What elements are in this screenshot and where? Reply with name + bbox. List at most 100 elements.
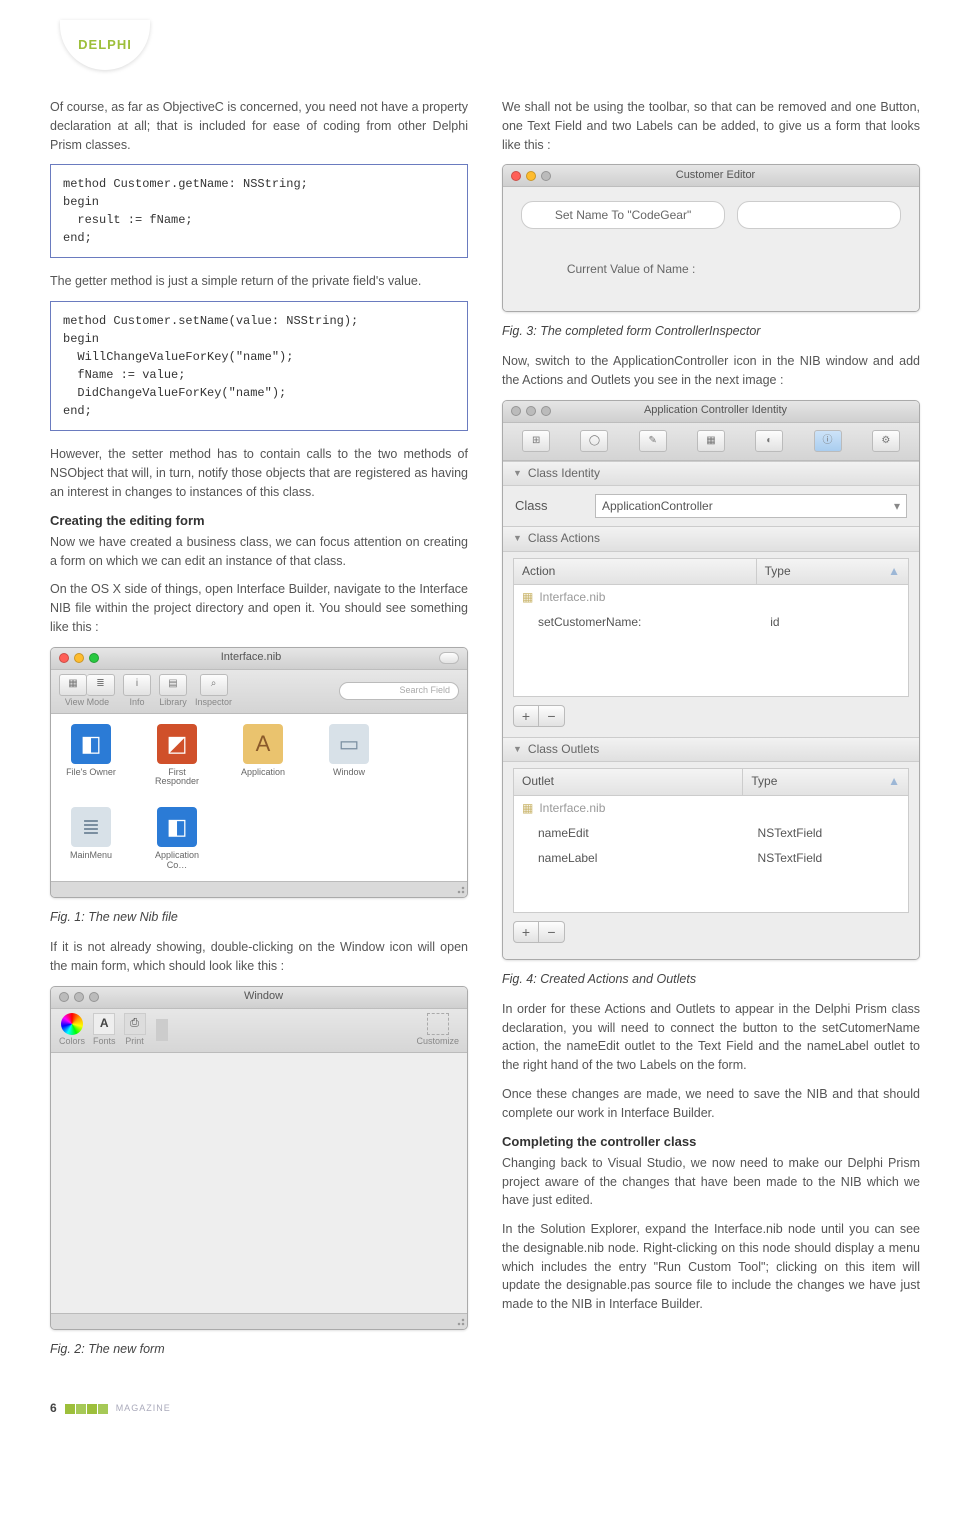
customize-icon[interactable]	[427, 1013, 449, 1035]
empty-form-body	[51, 1053, 467, 1313]
nib-mainmenu[interactable]: ≣MainMenu	[61, 807, 121, 871]
class-actions-disclosure[interactable]: Class Actions	[503, 526, 919, 551]
minimize-icon[interactable]	[526, 406, 536, 416]
inspector-icon[interactable]: ⌕	[200, 674, 228, 696]
paragraph: If it is not already showing, double-cli…	[50, 938, 468, 976]
inspector-tab-icon[interactable]: ⚙	[872, 430, 900, 452]
traffic-lights[interactable]	[511, 171, 551, 181]
class-label: Class	[515, 497, 585, 516]
page-number: 6	[50, 1400, 57, 1417]
nib-application[interactable]: AApplication	[233, 724, 293, 788]
actions-col-type[interactable]: Type▲	[757, 559, 908, 584]
search-input[interactable]: Search Field	[339, 682, 459, 700]
paragraph: Now, switch to the ApplicationController…	[502, 352, 920, 390]
paragraph: In order for these Actions and Outlets t…	[502, 1000, 920, 1075]
zoom-icon[interactable]	[89, 992, 99, 1002]
footer-magazine: MAGAZINE	[116, 1402, 171, 1415]
toolbar-label: View Mode	[65, 696, 109, 709]
fig1-caption: Fig. 1: The new Nib file	[50, 908, 468, 926]
print-icon[interactable]: ⎙	[124, 1013, 146, 1035]
file-icon: ▦	[522, 589, 533, 606]
viewmode-icon[interactable]: ▦	[59, 674, 87, 696]
nib-files-owner[interactable]: ◧File's Owner	[61, 724, 121, 788]
actions-col-action[interactable]: Action	[514, 559, 757, 584]
fonts-icon[interactable]: A	[93, 1013, 115, 1035]
nib-first-responder[interactable]: ◩First Responder	[147, 724, 207, 788]
outlet-row-type: NSTextField	[750, 821, 908, 846]
close-icon[interactable]	[511, 171, 521, 181]
outlet-row-name[interactable]: nameEdit	[514, 821, 750, 846]
window-title: Customer Editor	[556, 168, 911, 184]
inspector-tab-icon[interactable]: ✎	[639, 430, 667, 452]
nib-app-controller[interactable]: ◧Application Co…	[147, 807, 207, 871]
inspector-tab-icon[interactable]: ◐	[755, 430, 783, 452]
heading-creating-form: Creating the editing form	[50, 511, 468, 531]
set-name-button[interactable]: Set Name To "CodeGear"	[521, 201, 725, 229]
outlet-row-name[interactable]: nameLabel	[514, 846, 750, 871]
paragraph: Changing back to Visual Studio, we now n…	[502, 1154, 920, 1210]
inspector-tab-identity-icon[interactable]: ⓘ	[814, 430, 842, 452]
minimize-icon[interactable]	[526, 171, 536, 181]
page-footer: 6 MAGAZINE	[50, 1400, 920, 1417]
close-icon[interactable]	[59, 653, 69, 663]
inspector-tab-icon[interactable]: ◯	[580, 430, 608, 452]
chevron-down-icon[interactable]: ▾	[894, 498, 900, 515]
fig4-window: Application Controller Identity ⊞ ◯ ✎ ▦ …	[502, 400, 920, 960]
swatch-icon[interactable]	[156, 1019, 168, 1041]
outlets-col-type[interactable]: Type▲	[743, 769, 908, 794]
name-text-field[interactable]	[737, 201, 901, 229]
zoom-icon[interactable]	[541, 171, 551, 181]
paragraph: Once these changes are made, we need to …	[502, 1085, 920, 1123]
traffic-lights[interactable]	[511, 406, 551, 416]
remove-outlet-button[interactable]: −	[539, 921, 565, 943]
sort-icon[interactable]: ▲	[888, 773, 900, 790]
add-action-button[interactable]: +	[513, 705, 539, 727]
paragraph: On the OS X side of things, open Interfa…	[50, 580, 468, 636]
library-icon[interactable]: ▤	[159, 674, 187, 696]
close-icon[interactable]	[59, 992, 69, 1002]
remove-action-button[interactable]: −	[539, 705, 565, 727]
close-icon[interactable]	[511, 406, 521, 416]
traffic-lights[interactable]	[59, 653, 99, 663]
heading-completing-controller: Completing the controller class	[502, 1132, 920, 1152]
zoom-icon[interactable]	[89, 653, 99, 663]
sort-icon[interactable]: ▲	[888, 563, 900, 580]
colors-icon[interactable]	[61, 1013, 83, 1035]
info-icon[interactable]: i	[123, 674, 151, 696]
fig1-window: Interface.nib ▦ ≣ View Mode iInfo ▤Libra…	[50, 647, 468, 899]
zoom-icon[interactable]	[541, 406, 551, 416]
outlets-file: Interface.nib	[539, 800, 605, 817]
viewmode-list-icon[interactable]: ≣	[87, 674, 115, 696]
nib-window[interactable]: ▭Window	[319, 724, 379, 788]
minimize-icon[interactable]	[74, 992, 84, 1002]
nib-icon-grid: ◧File's Owner ◩First Responder AApplicat…	[51, 714, 467, 882]
traffic-lights[interactable]	[59, 992, 99, 1002]
fig2-window: Window Colors AFonts ⎙Print Customize	[50, 986, 468, 1330]
inspector-tab-icon[interactable]: ▦	[697, 430, 725, 452]
class-outlets-disclosure[interactable]: Class Outlets	[503, 737, 919, 762]
paragraph: Now we have created a business class, we…	[50, 533, 468, 571]
paragraph: In the Solution Explorer, expand the Int…	[502, 1220, 920, 1314]
outlets-col-outlet[interactable]: Outlet	[514, 769, 743, 794]
pill-icon[interactable]	[439, 652, 459, 664]
footer-logo-icon	[65, 1404, 108, 1414]
class-combobox[interactable]: ApplicationController▾	[595, 494, 907, 518]
fig2-caption: Fig. 2: The new form	[50, 1340, 468, 1358]
code-block-1: method Customer.getName: NSString; begin…	[50, 164, 468, 258]
action-row-type: id	[762, 610, 908, 635]
paragraph: The getter method is just a simple retur…	[50, 272, 468, 291]
action-row-name[interactable]: setCustomerName:	[514, 610, 762, 635]
window-title: Application Controller Identity	[556, 403, 911, 419]
section-tab: DELPHI	[60, 20, 150, 70]
outlet-row-type: NSTextField	[750, 846, 908, 871]
class-identity-disclosure[interactable]: Class Identity	[503, 461, 919, 486]
add-outlet-button[interactable]: +	[513, 921, 539, 943]
actions-file: Interface.nib	[539, 589, 605, 606]
paragraph: However, the setter method has to contai…	[50, 445, 468, 501]
fig3-caption: Fig. 3: The completed form ControllerIns…	[502, 322, 920, 340]
fig3-window: Customer Editor Set Name To "CodeGear" C…	[502, 164, 920, 312]
code-block-2: method Customer.setName(value: NSString)…	[50, 301, 468, 431]
inspector-tab-icon[interactable]: ⊞	[522, 430, 550, 452]
minimize-icon[interactable]	[74, 653, 84, 663]
window-title: Window	[104, 989, 459, 1005]
